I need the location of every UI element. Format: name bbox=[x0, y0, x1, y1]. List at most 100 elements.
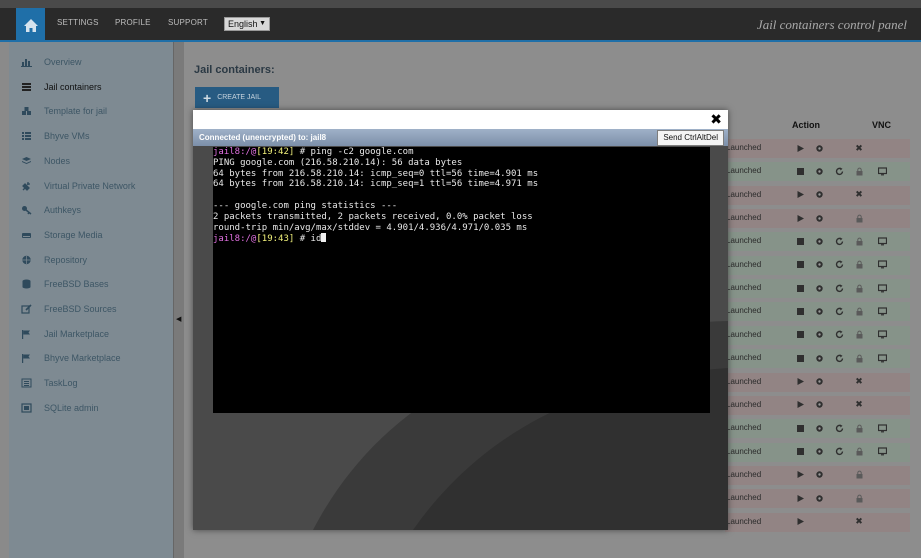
gear-icon[interactable] bbox=[814, 353, 824, 363]
sidebar-item-bhyve-vms[interactable]: Bhyve VMs bbox=[20, 131, 90, 141]
sidebar-item-repository[interactable]: Repository bbox=[20, 255, 87, 265]
home-button[interactable] bbox=[16, 8, 45, 42]
stop-icon[interactable] bbox=[795, 330, 805, 340]
stop-icon[interactable] bbox=[795, 236, 805, 246]
gear-icon[interactable] bbox=[814, 493, 824, 503]
nav-settings[interactable]: SETTINGS bbox=[57, 18, 99, 27]
restart-icon[interactable] bbox=[834, 423, 844, 433]
gear-icon[interactable] bbox=[814, 190, 824, 200]
lock-icon[interactable] bbox=[854, 260, 864, 270]
restart-icon[interactable] bbox=[834, 283, 844, 293]
gear-icon[interactable] bbox=[814, 213, 824, 223]
delete-icon[interactable]: ✖ bbox=[854, 516, 864, 527]
play-icon[interactable] bbox=[795, 377, 805, 387]
sidebar-item-sqlite-admin[interactable]: SQLite admin bbox=[20, 403, 99, 413]
gear-icon[interactable] bbox=[814, 166, 824, 176]
vnc-screen[interactable]: jail8:/@[19:42] # ping -c2 google.com PIN… bbox=[193, 146, 728, 530]
play-icon[interactable] bbox=[795, 517, 805, 527]
create-jail-button[interactable]: + CREATE JAIL bbox=[195, 87, 279, 108]
brand-title: Jail containers control panel bbox=[756, 17, 907, 32]
restart-icon[interactable] bbox=[834, 166, 844, 176]
close-icon[interactable]: ✖ bbox=[710, 112, 722, 126]
monitor-icon[interactable] bbox=[877, 166, 887, 176]
play-icon[interactable] bbox=[795, 213, 805, 223]
stop-icon[interactable] bbox=[795, 447, 805, 457]
delete-icon[interactable]: ✖ bbox=[854, 376, 864, 387]
nav-profile[interactable]: PROFILE bbox=[115, 18, 151, 27]
monitor-icon[interactable] bbox=[877, 236, 887, 246]
create-jail-label: CREATE JAIL bbox=[217, 94, 262, 101]
monitor-icon[interactable] bbox=[877, 306, 887, 316]
table-row: Launched bbox=[725, 442, 910, 462]
monitor-icon[interactable] bbox=[877, 423, 887, 433]
lock-icon[interactable] bbox=[854, 283, 864, 293]
delete-icon[interactable]: ✖ bbox=[854, 399, 864, 410]
gear-icon[interactable] bbox=[814, 470, 824, 480]
play-icon[interactable] bbox=[795, 470, 805, 480]
play-icon[interactable] bbox=[795, 400, 805, 410]
sidebar-item-storage-media[interactable]: Storage Media bbox=[20, 230, 103, 240]
lock-icon[interactable] bbox=[854, 306, 864, 316]
sidebar-item-freebsd-sources[interactable]: FreeBSD Sources bbox=[20, 304, 117, 314]
lock-icon[interactable] bbox=[854, 423, 864, 433]
lock-icon[interactable] bbox=[854, 447, 864, 457]
delete-icon[interactable]: ✖ bbox=[854, 189, 864, 200]
gear-icon[interactable] bbox=[814, 260, 824, 270]
gear-icon[interactable] bbox=[814, 377, 824, 387]
monitor-icon[interactable] bbox=[877, 283, 887, 293]
send-ctrl-alt-del-button[interactable]: Send CtrlAltDel bbox=[657, 130, 724, 146]
gear-icon[interactable] bbox=[814, 143, 824, 153]
gear-icon[interactable] bbox=[814, 283, 824, 293]
sidebar-item-template-for-jail[interactable]: Template for jail bbox=[20, 106, 107, 116]
gear-icon[interactable] bbox=[814, 423, 824, 433]
sidebar-item-authkeys[interactable]: Authkeys bbox=[20, 205, 81, 215]
sidebar-item-tasklog[interactable]: TaskLog bbox=[20, 378, 78, 388]
lock-icon[interactable] bbox=[854, 166, 864, 176]
play-icon[interactable] bbox=[795, 493, 805, 503]
restart-icon[interactable] bbox=[834, 306, 844, 316]
sidebar-item-jail-marketplace[interactable]: Jail Marketplace bbox=[20, 329, 109, 339]
language-select[interactable]: English ▼ bbox=[224, 17, 270, 31]
monitor-icon[interactable] bbox=[877, 447, 887, 457]
gear-icon[interactable] bbox=[814, 400, 824, 410]
restart-icon[interactable] bbox=[834, 236, 844, 246]
play-icon[interactable] bbox=[795, 190, 805, 200]
play-icon[interactable] bbox=[795, 143, 805, 153]
chevron-left-icon: ◀ bbox=[176, 316, 182, 323]
stop-icon[interactable] bbox=[795, 283, 805, 293]
restart-icon[interactable] bbox=[834, 447, 844, 457]
lock-icon[interactable] bbox=[854, 236, 864, 246]
lock-icon[interactable] bbox=[854, 493, 864, 503]
sidebar-item-bhyve-marketplace[interactable]: Bhyve Marketplace bbox=[20, 353, 121, 364]
status-label: Launched bbox=[726, 353, 762, 363]
lock-icon[interactable] bbox=[854, 330, 864, 340]
sidebar-item-label: Nodes bbox=[44, 155, 71, 166]
delete-icon[interactable]: ✖ bbox=[854, 143, 864, 153]
restart-icon[interactable] bbox=[834, 330, 844, 340]
sidebar-item-jail-containers[interactable]: Jail containers bbox=[20, 82, 102, 92]
restart-icon[interactable] bbox=[834, 260, 844, 270]
monitor-icon[interactable] bbox=[877, 260, 887, 270]
gear-icon[interactable] bbox=[814, 236, 824, 246]
prompt-command: # id bbox=[294, 234, 322, 245]
gear-icon[interactable] bbox=[814, 306, 824, 316]
monitor-icon[interactable] bbox=[877, 353, 887, 363]
sidebar-item-freebsd-bases[interactable]: FreeBSD Bases bbox=[20, 279, 109, 289]
stop-icon[interactable] bbox=[795, 423, 805, 433]
stop-icon[interactable] bbox=[795, 353, 805, 363]
stop-icon[interactable] bbox=[795, 306, 805, 316]
nav-support[interactable]: SUPPORT bbox=[168, 18, 208, 27]
sidebar-item-overview[interactable]: Overview bbox=[20, 57, 82, 67]
monitor-icon[interactable] bbox=[877, 330, 887, 340]
sidebar-item-nodes[interactable]: Nodes bbox=[20, 156, 70, 166]
lock-icon[interactable] bbox=[854, 353, 864, 363]
terminal[interactable]: jail8:/@[19:42] # ping -c2 google.com PIN… bbox=[213, 147, 710, 413]
sidebar-item-virtual-private-network[interactable]: Virtual Private Network bbox=[20, 181, 135, 191]
gear-icon[interactable] bbox=[814, 330, 824, 340]
stop-icon[interactable] bbox=[795, 260, 805, 270]
restart-icon[interactable] bbox=[834, 353, 844, 363]
lock-icon[interactable] bbox=[854, 470, 864, 480]
gear-icon[interactable] bbox=[814, 447, 824, 457]
lock-icon[interactable] bbox=[854, 213, 864, 223]
stop-icon[interactable] bbox=[795, 166, 805, 176]
